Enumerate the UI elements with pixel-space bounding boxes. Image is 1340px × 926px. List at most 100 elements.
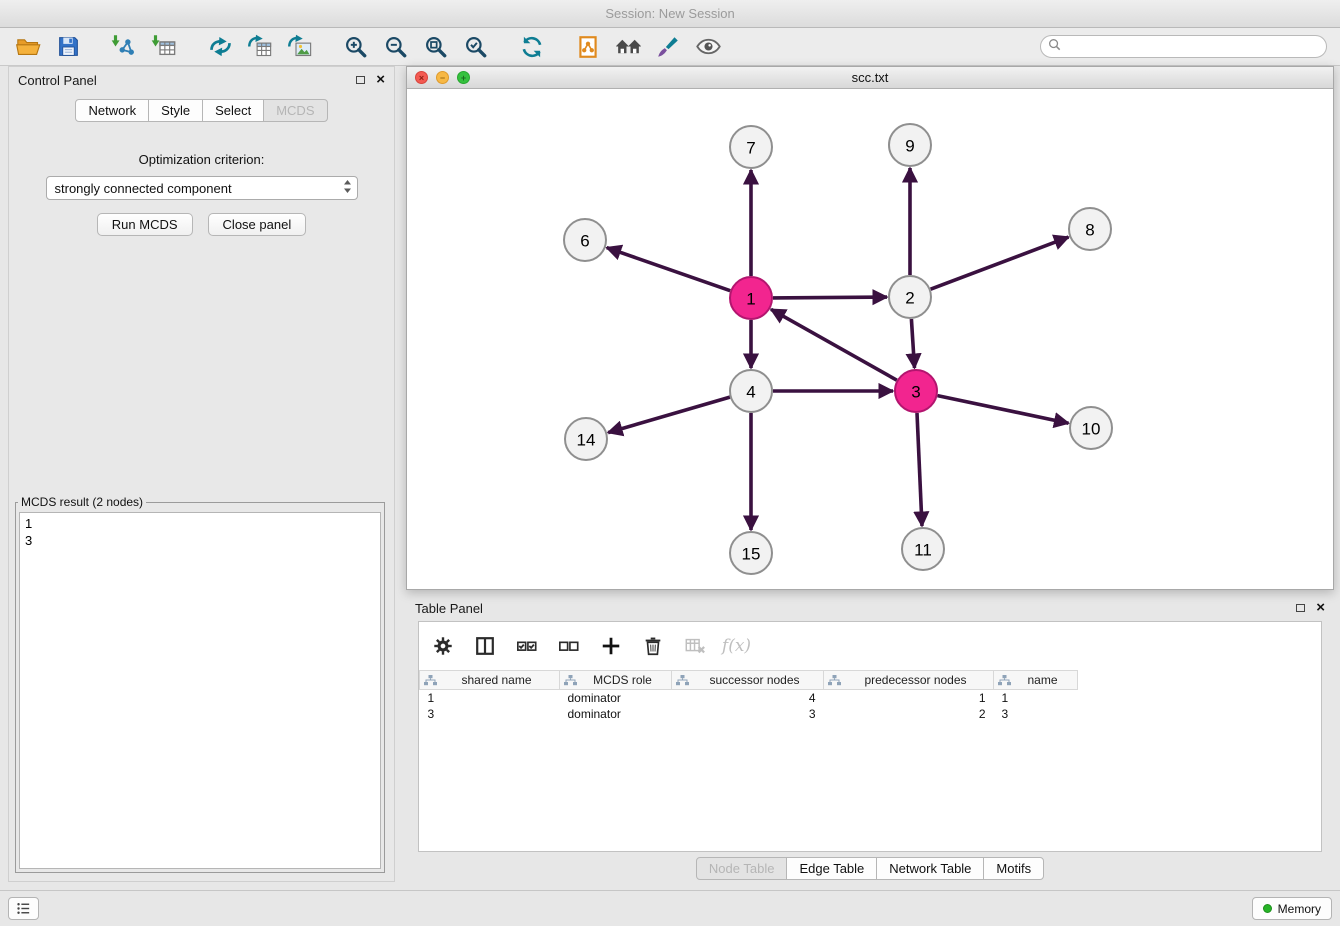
refresh-icon[interactable]: [512, 30, 552, 64]
table-cell[interactable]: 3: [672, 706, 824, 722]
graph-node-7[interactable]: 7: [730, 126, 772, 168]
eye-icon[interactable]: [688, 30, 728, 64]
export-image-icon[interactable]: [280, 30, 320, 64]
graph-node-11[interactable]: 11: [902, 528, 944, 570]
tab-network[interactable]: Network: [75, 99, 149, 122]
table-cell[interactable]: 4: [672, 690, 824, 706]
export-network-icon[interactable]: [200, 30, 240, 64]
houses-icon[interactable]: [608, 30, 648, 64]
select-all-icon[interactable]: [513, 633, 540, 660]
graph-edge-2-8[interactable]: [931, 237, 1069, 289]
column-header-name[interactable]: name: [994, 671, 1078, 690]
tab-select[interactable]: Select: [202, 99, 264, 122]
column-tree-icon: [998, 675, 1011, 689]
graph-node-6[interactable]: 6: [564, 219, 606, 261]
graph-node-15[interactable]: 15: [730, 532, 772, 574]
graph-edge-1-2[interactable]: [773, 297, 887, 298]
network-canvas[interactable]: 7 9 6 8 1 2 4 3 14 10 15 11: [407, 89, 1333, 589]
table-cell[interactable]: 3: [994, 706, 1078, 722]
save-session-icon[interactable]: [48, 30, 88, 64]
graph-edge-2-3[interactable]: [911, 319, 914, 368]
import-network-icon[interactable]: [104, 30, 144, 64]
tab-style[interactable]: Style: [148, 99, 203, 122]
export-table-icon[interactable]: [240, 30, 280, 64]
table-row[interactable]: 3dominator323: [420, 706, 1322, 722]
run-mcds-button[interactable]: Run MCDS: [97, 213, 193, 236]
column-header-MCDS-role[interactable]: MCDS role: [560, 671, 672, 690]
table-tab-node-table[interactable]: Node Table: [696, 857, 788, 880]
app-window: Session: New Session Control Panel × Net…: [0, 0, 1340, 926]
toolbar-group-4: [336, 30, 496, 64]
column-tree-icon: [828, 675, 841, 689]
graph-edge-4-14[interactable]: [608, 397, 730, 433]
memory-button[interactable]: Memory: [1252, 897, 1332, 920]
graphics-details-icon[interactable]: [648, 30, 688, 64]
graph-edge-3-10[interactable]: [938, 396, 1069, 424]
float-panel-icon[interactable]: [356, 76, 365, 84]
table-cell[interactable]: 2: [824, 706, 994, 722]
close-panel-button[interactable]: Close panel: [208, 213, 307, 236]
minimize-window-icon[interactable]: −: [436, 71, 449, 84]
open-file-icon[interactable]: [8, 30, 48, 64]
zoom-in-icon[interactable]: [336, 30, 376, 64]
import-table-icon[interactable]: [144, 30, 184, 64]
graph-node-2[interactable]: 2: [889, 276, 931, 318]
panel-list-button[interactable]: [8, 897, 39, 920]
gear-icon[interactable]: [429, 633, 456, 660]
network-window-titlebar: × − + scc.txt: [407, 67, 1333, 89]
float-table-panel-icon[interactable]: [1296, 604, 1305, 612]
table-tab-motifs[interactable]: Motifs: [983, 857, 1044, 880]
zoom-window-icon[interactable]: +: [457, 71, 470, 84]
close-table-panel-icon[interactable]: ×: [1316, 601, 1325, 615]
graph-node-1[interactable]: 1: [730, 277, 772, 319]
table-cell[interactable]: 1: [420, 690, 560, 706]
graph-edge-1-6[interactable]: [607, 248, 731, 291]
columns-icon[interactable]: [471, 633, 498, 660]
column-tree-icon: [564, 675, 577, 689]
first-neighbors-icon[interactable]: [568, 30, 608, 64]
table-cell[interactable]: dominator: [560, 690, 672, 706]
zoom-out-icon[interactable]: [376, 30, 416, 64]
delete-table-icon[interactable]: [681, 633, 708, 660]
table-tab-edge-table[interactable]: Edge Table: [786, 857, 877, 880]
delete-row-icon[interactable]: [639, 633, 666, 660]
dropdown-stepper-icon: [343, 179, 352, 197]
function-icon[interactable]: f(x): [723, 633, 750, 660]
table-row[interactable]: 1dominator411: [420, 690, 1322, 706]
table-cell[interactable]: 1: [994, 690, 1078, 706]
svg-text:11: 11: [914, 541, 932, 560]
zoom-fit-icon[interactable]: [416, 30, 456, 64]
zoom-selected-icon[interactable]: [456, 30, 496, 64]
search-input[interactable]: [1065, 39, 1319, 54]
add-row-icon[interactable]: [597, 633, 624, 660]
table-cell[interactable]: 3: [420, 706, 560, 722]
toolbar-group-3: [200, 30, 320, 64]
svg-text:9: 9: [905, 137, 914, 156]
table-cell[interactable]: dominator: [560, 706, 672, 722]
window-controls: × − +: [415, 71, 470, 84]
result-line: 3: [25, 532, 375, 549]
window-titlebar: Session: New Session: [0, 0, 1340, 28]
graph-node-3[interactable]: 3: [895, 370, 937, 412]
table-tab-network-table[interactable]: Network Table: [876, 857, 984, 880]
optimization-dropdown[interactable]: strongly connected component: [46, 176, 358, 200]
table-panel: Table Panel × f(x) shared nameMCDS roles…: [406, 595, 1334, 886]
close-panel-icon[interactable]: ×: [376, 73, 385, 87]
graph-node-14[interactable]: 14: [565, 418, 607, 460]
tab-mcds[interactable]: MCDS: [263, 99, 327, 122]
close-window-icon[interactable]: ×: [415, 71, 428, 84]
clear-selection-icon[interactable]: [555, 633, 582, 660]
graph-edge-3-1[interactable]: [771, 309, 897, 380]
graph-node-8[interactable]: 8: [1069, 208, 1111, 250]
column-label: successor nodes: [709, 673, 799, 687]
graph-node-10[interactable]: 10: [1070, 407, 1112, 449]
column-header-shared-name[interactable]: shared name: [420, 671, 560, 690]
column-header-successor-nodes[interactable]: successor nodes: [672, 671, 824, 690]
column-tree-icon: [424, 675, 437, 689]
search-field[interactable]: [1040, 35, 1327, 58]
table-cell[interactable]: 1: [824, 690, 994, 706]
graph-node-4[interactable]: 4: [730, 370, 772, 412]
graph-node-9[interactable]: 9: [889, 124, 931, 166]
graph-edge-3-11[interactable]: [917, 413, 922, 526]
column-header-predecessor-nodes[interactable]: predecessor nodes: [824, 671, 994, 690]
